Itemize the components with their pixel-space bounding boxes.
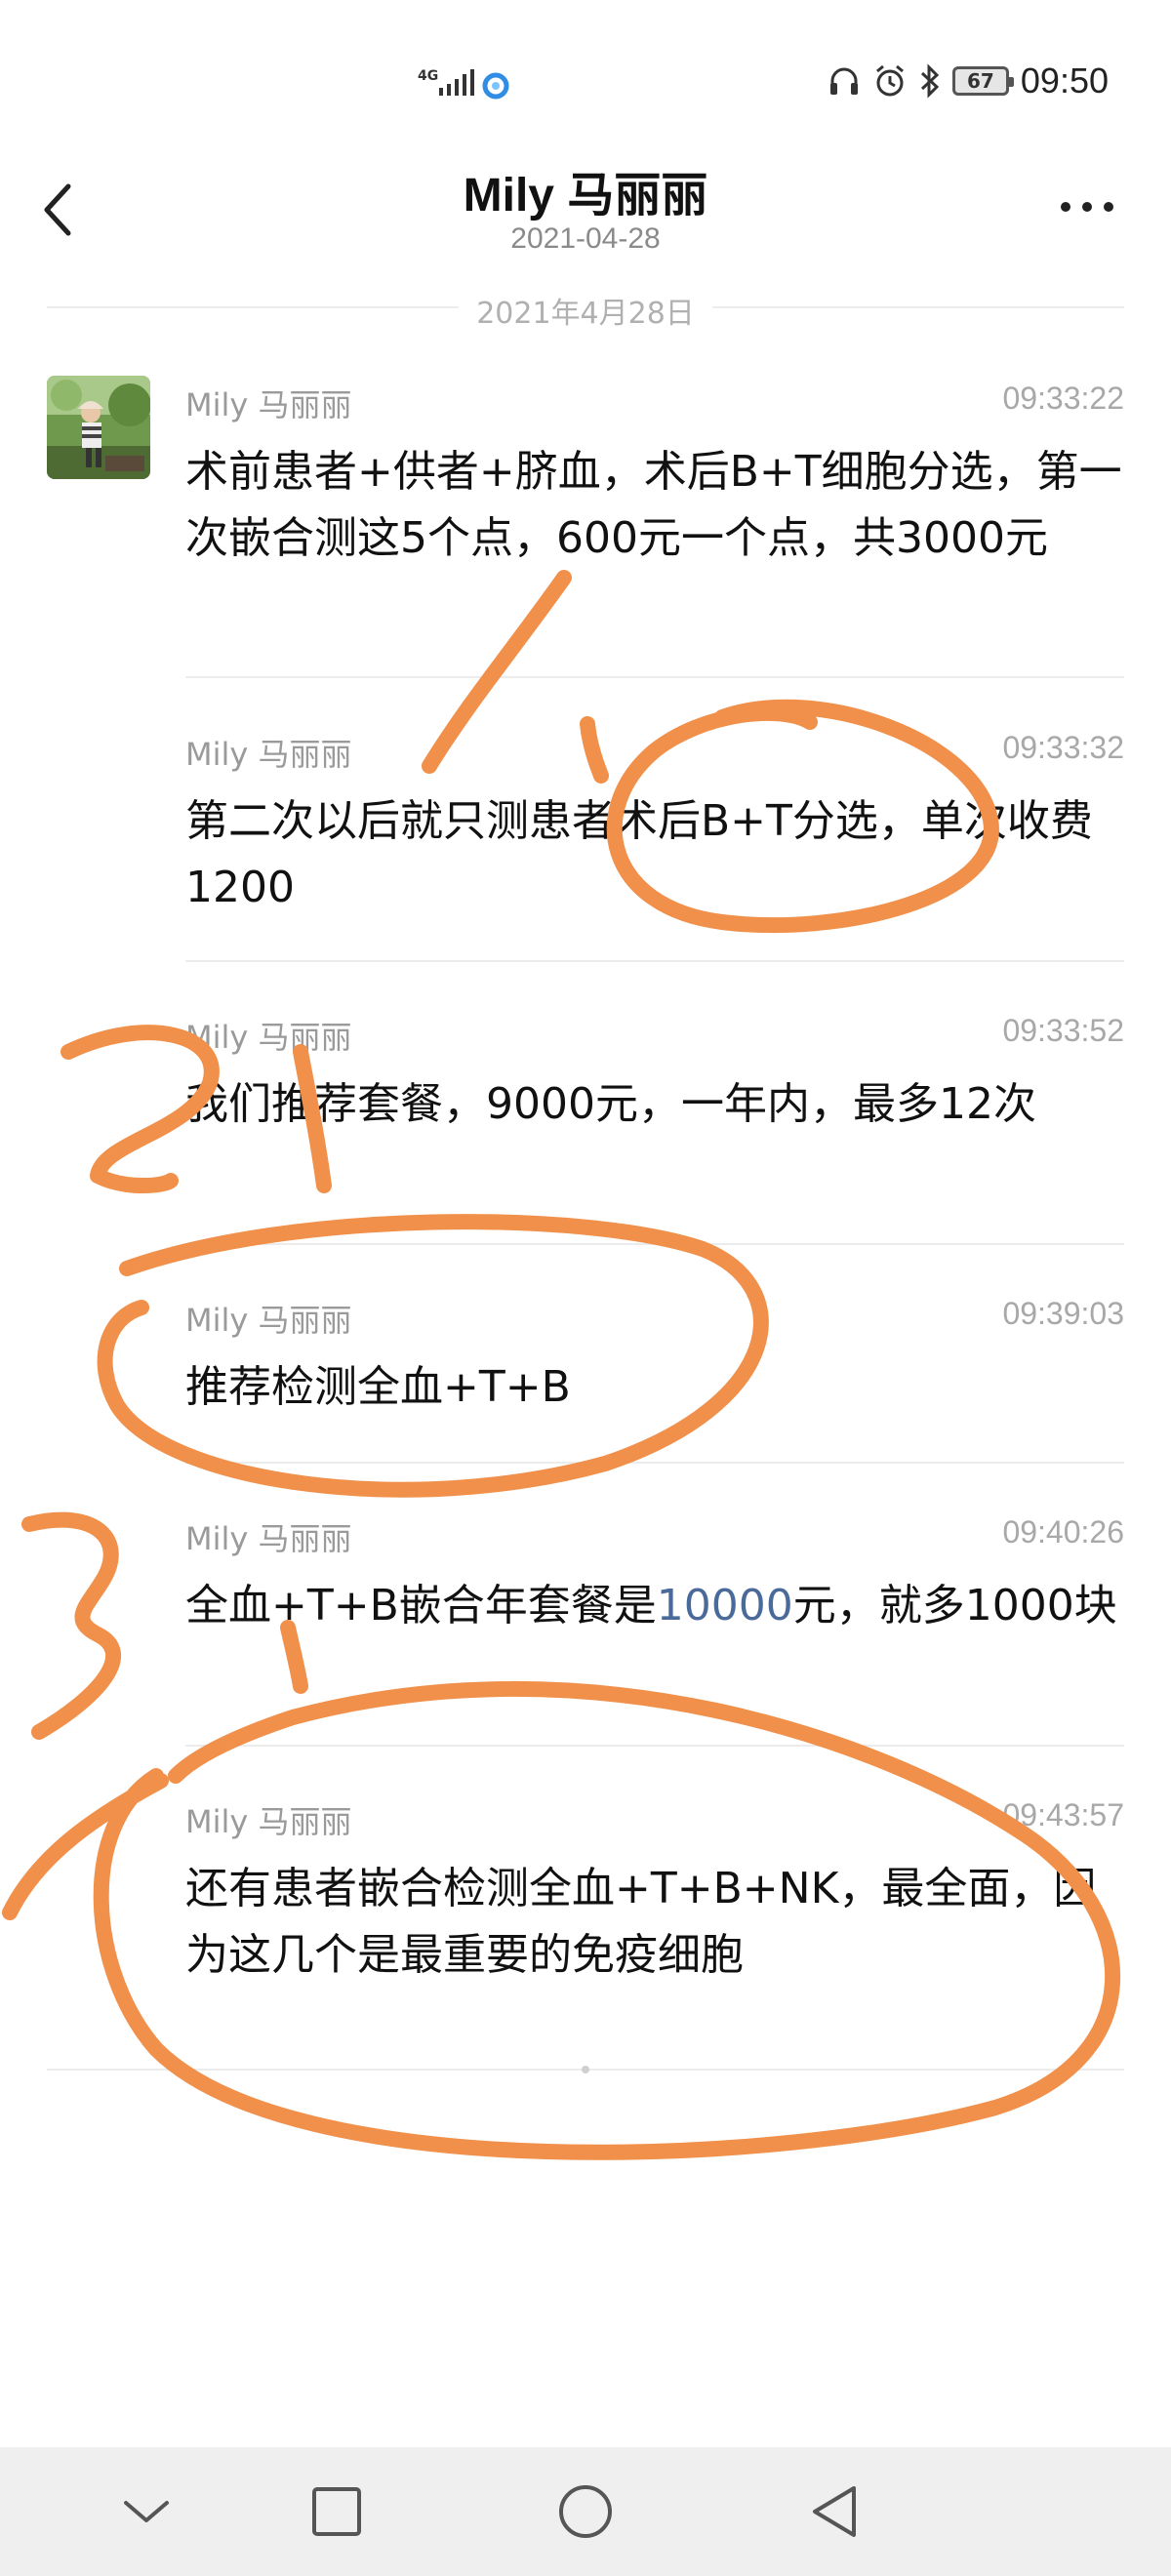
signal-icon: 4G (418, 68, 509, 100)
message-separator (185, 1462, 1124, 1464)
square-icon (312, 2487, 361, 2536)
message-separator (185, 1243, 1124, 1245)
message-separator (185, 676, 1124, 678)
nav-recents[interactable] (278, 2447, 395, 2576)
avatar[interactable] (47, 376, 150, 479)
date-divider: 2021年4月28日 (47, 283, 1124, 332)
status-bar: 4G 67 09:50 (0, 0, 1171, 166)
message-time: 09:40:26 (1002, 1514, 1124, 1550)
annotation-number-3 (21, 1511, 122, 1740)
headset-icon (829, 67, 858, 95)
bluetooth-icon (920, 63, 940, 99)
nav-home[interactable] (527, 2447, 644, 2576)
message-item[interactable]: Mily 马丽丽 09:33:32 第二次以后就只测患者术后B+T分选，单次收费… (185, 730, 1124, 964)
alarm-icon (875, 64, 904, 97)
message-sender: Mily 马丽丽 (185, 1019, 352, 1056)
message-text: 第二次以后就只测患者术后B+T分选，单次收费1200 (185, 796, 1093, 912)
chat-subtitle: 2021-04-28 (510, 222, 661, 255)
message-sender: Mily 马丽丽 (185, 386, 352, 423)
message-time: 09:39:03 (1002, 1296, 1124, 1331)
message-time: 09:33:22 (1002, 381, 1124, 416)
message-sender: Mily 马丽丽 (185, 1302, 352, 1339)
message-text: 我们推荐套餐，9000元，一年内，最多12次 (185, 1079, 1036, 1129)
amount-link[interactable]: 10000 (657, 1581, 793, 1630)
message-text: 推荐检测全血+T+B (185, 1362, 571, 1412)
annotation-tail-3 (2, 1773, 169, 1920)
message-sender: Mily 马丽丽 (185, 1520, 352, 1557)
message-item[interactable]: Mily 马丽丽 09:43:57 还有患者嵌合检测全血+T+B+NK，最全面，… (185, 1797, 1124, 2032)
date-divider-label: 2021年4月28日 (459, 297, 712, 331)
nav-back[interactable] (776, 2447, 893, 2576)
message-time: 09:33:32 (1002, 730, 1124, 765)
message-separator (185, 960, 1124, 962)
svg-text:4G: 4G (418, 68, 438, 84)
nav-hide-keyboard[interactable] (88, 2447, 205, 2576)
message-time: 09:33:52 (1002, 1013, 1124, 1048)
status-time: 09:50 (1020, 60, 1109, 101)
chat-title: Mily 马丽丽 (463, 170, 708, 221)
message-text: 还有患者嵌合检测全血+T+B+NK，最全面，因为这几个是最重要的免疫细胞 (185, 1864, 1097, 1980)
message-sender: Mily 马丽丽 (185, 736, 352, 773)
triangle-back-icon (813, 2486, 856, 2537)
message-item[interactable]: Mily 马丽丽 09:33:22 术前患者+供者+脐血，术后B+T细胞分选，第… (185, 381, 1124, 693)
battery-icon: 67 (951, 66, 1014, 96)
circle-icon (559, 2485, 612, 2538)
message-item[interactable]: Mily 马丽丽 09:40:26 全血+T+B嵌合年套餐是10000元，就多1… (185, 1514, 1124, 1749)
message-item[interactable]: Mily 马丽丽 09:33:52 我们推荐套餐，9000元，一年内，最多12次 (185, 1013, 1124, 1247)
chat-header: Mily 马丽丽 2021-04-28 (0, 146, 1171, 273)
message-text: 全血+T+B嵌合年套餐是10000元，就多1000块 (185, 1581, 1117, 1630)
message-sender: Mily 马丽丽 (185, 1803, 352, 1840)
chevron-down-icon (124, 2501, 169, 2522)
message-time: 09:43:57 (1002, 1797, 1124, 1832)
message-text: 术前患者+供者+脐血，术后B+T细胞分选，第一次嵌合测这5个点，600元一个点，… (185, 447, 1122, 563)
message-separator (185, 1745, 1124, 1747)
system-nav-bar (0, 2447, 1171, 2576)
message-item[interactable]: Mily 马丽丽 09:39:03 推荐检测全血+T+B (185, 1296, 1124, 1464)
more-options-icon[interactable] (1058, 197, 1116, 217)
end-dot (582, 2066, 589, 2073)
